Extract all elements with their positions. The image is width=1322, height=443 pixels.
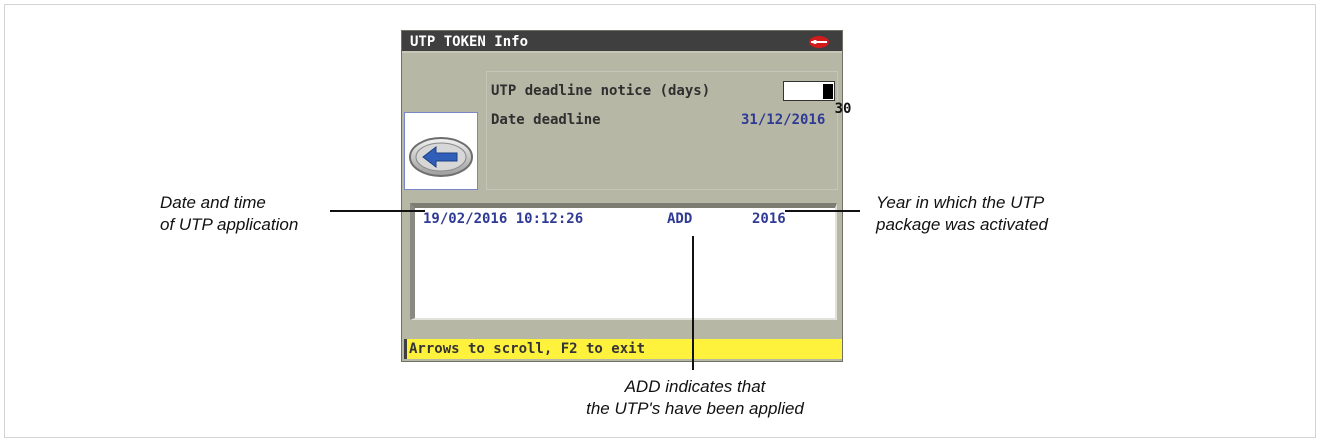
right-callout-line1: Year in which the UTP: [876, 193, 1045, 212]
bottom-callout-text: ADD indicates that the UTP's have been a…: [500, 376, 890, 420]
left-callout-line2: of UTP application: [160, 215, 299, 234]
log-action: ADD: [667, 211, 693, 227]
left-callout-line: [330, 210, 425, 212]
left-callout-line1: Date and time: [160, 193, 266, 212]
utp-token-info-window: UTP TOKEN Info UTP deadline notice (days…: [401, 30, 851, 362]
silca-logo-icon: [809, 36, 829, 48]
window-title: UTP TOKEN Info: [410, 34, 529, 50]
left-callout-text: Date and time of UTP application: [160, 192, 298, 236]
text-cursor: [823, 84, 833, 99]
status-text: Arrows to scroll, F2 to exit: [409, 341, 646, 357]
right-callout-line: [785, 210, 860, 212]
back-button[interactable]: [404, 112, 478, 190]
bottom-callout-line1: ADD indicates that: [624, 377, 766, 396]
right-callout-line2: package was activated: [876, 215, 1048, 234]
window-titlebar: UTP TOKEN Info: [402, 31, 842, 53]
deadline-notice-label: UTP deadline notice (days): [491, 83, 711, 99]
bottom-callout-line: [692, 236, 694, 370]
log-datetime: 19/02/2016 10:12:26: [423, 211, 584, 227]
right-callout-text: Year in which the UTP package was activa…: [876, 192, 1048, 236]
log-year: 2016: [752, 211, 786, 227]
deadline-notice-value: 30: [834, 101, 852, 117]
list-item[interactable]: 19/02/2016 10:12:26 ADD 2016: [415, 208, 835, 230]
left-arrow-icon: [409, 137, 473, 177]
status-bar: Arrows to scroll, F2 to exit: [404, 339, 842, 359]
bottom-callout-line2: the UTP's have been applied: [586, 399, 804, 418]
deadline-notice-input[interactable]: 30: [783, 81, 851, 117]
deadline-info-panel: UTP deadline notice (days) 30 Date deadl…: [486, 71, 851, 190]
utp-log-list[interactable]: 19/02/2016 10:12:26 ADD 2016: [410, 203, 837, 320]
date-deadline-label: Date deadline: [491, 112, 601, 128]
date-deadline-value: 31/12/2016: [741, 112, 826, 128]
